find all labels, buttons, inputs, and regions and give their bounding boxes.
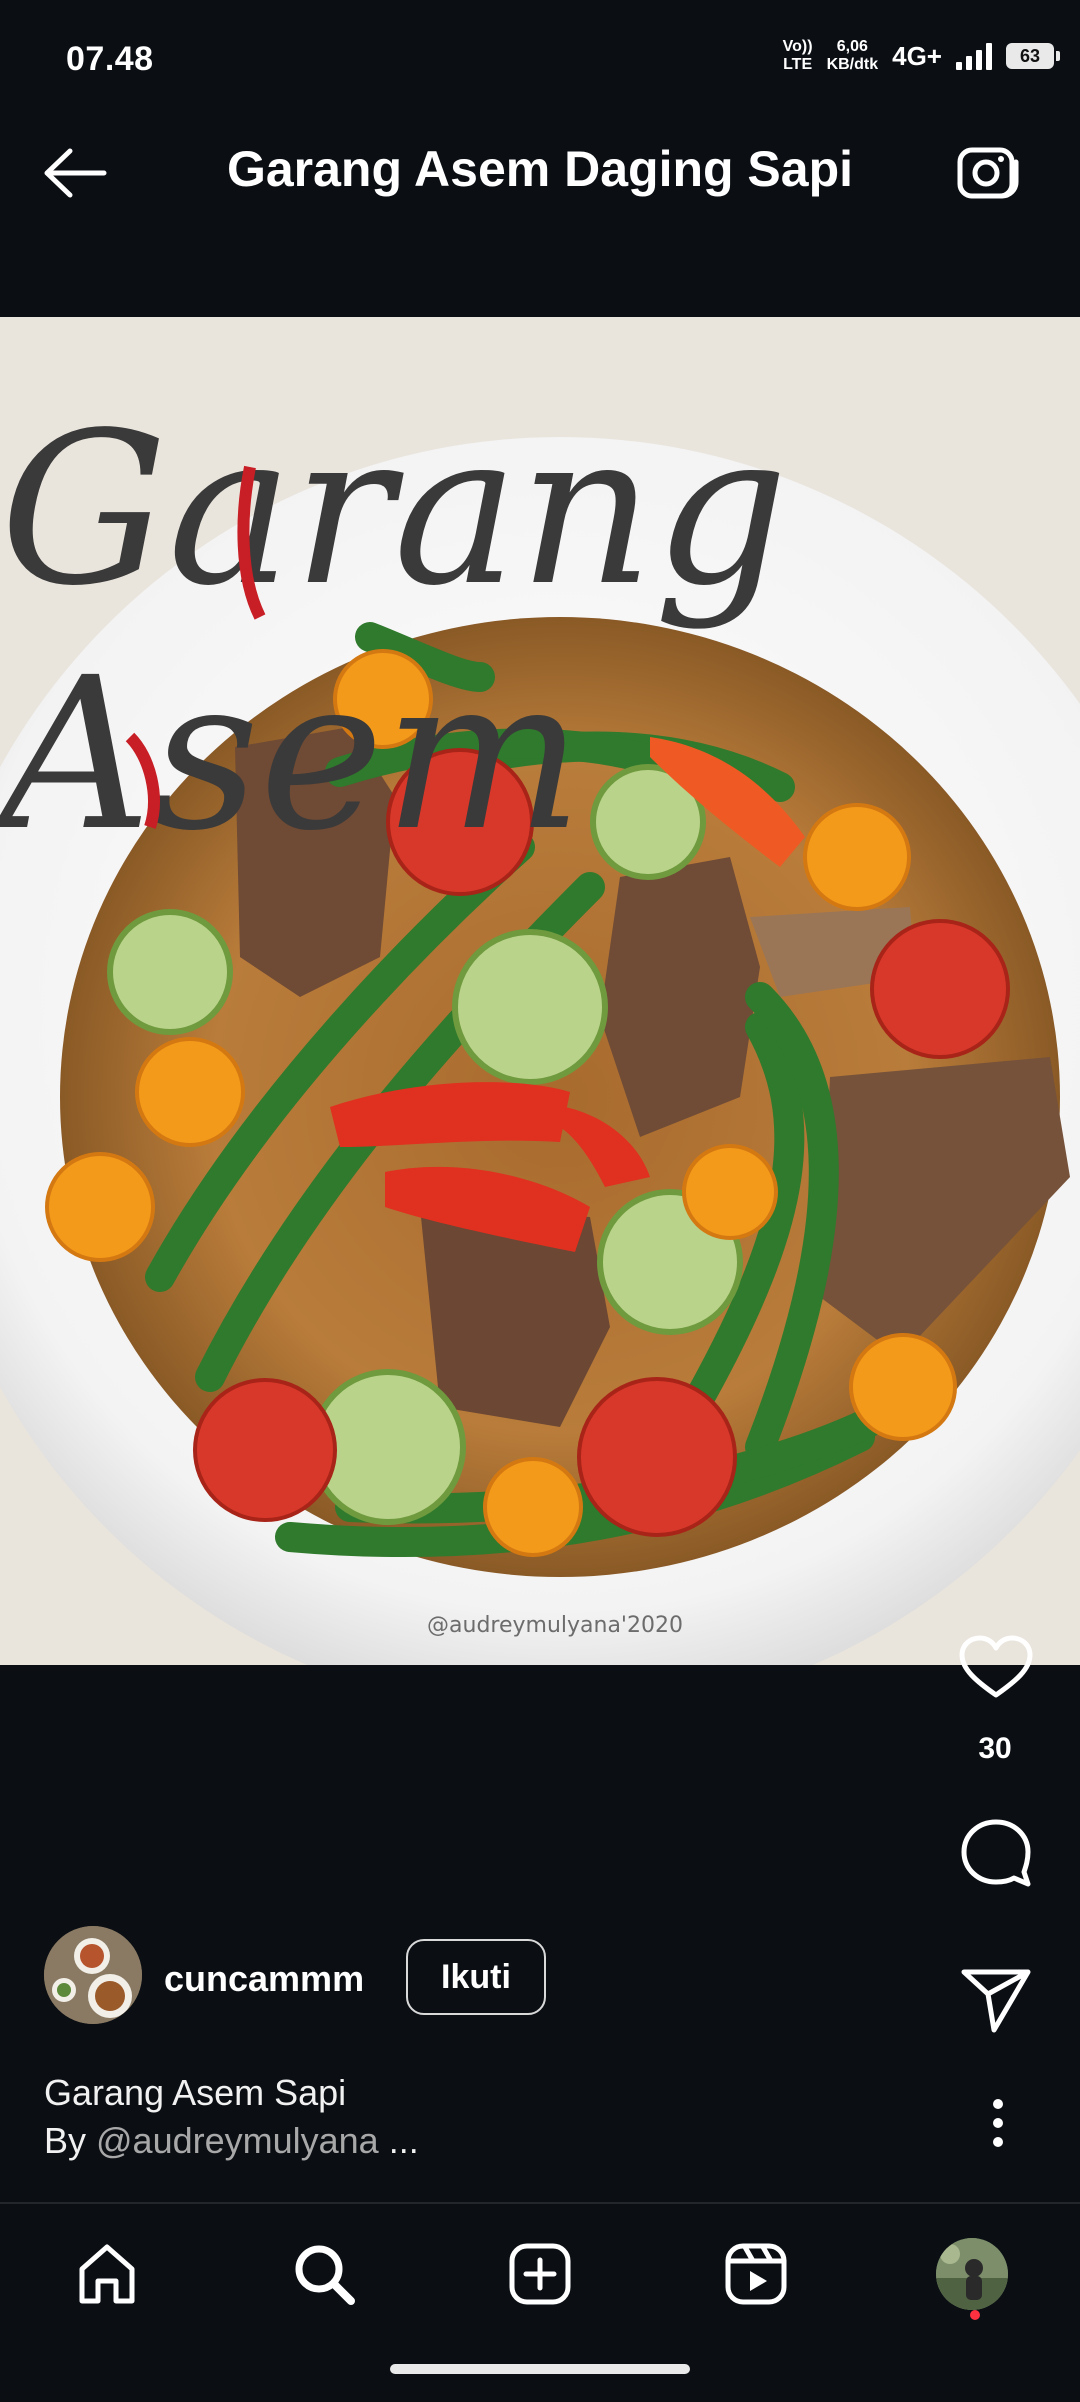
caption-byline[interactable]: By @audreymulyana ...: [44, 2120, 419, 2162]
heart-icon: [959, 1635, 1033, 1698]
signal-icon: [956, 42, 992, 70]
post-image[interactable]: Garang Asem @audreymulyana'2020: [0, 317, 1080, 1665]
caption-title: Garang Asem Sapi: [44, 2072, 347, 2113]
status-indicators: Vo)) LTE 6,06 KB/dtk 4G+ 63: [782, 36, 1060, 76]
page-title: Garang Asem Daging Sapi: [226, 141, 854, 197]
author-avatar[interactable]: [44, 1926, 142, 2024]
nav-home[interactable]: [67, 2234, 147, 2314]
nav-profile[interactable]: [932, 2234, 1012, 2314]
send-icon: [961, 1969, 1031, 2033]
camera-button[interactable]: [950, 134, 1030, 214]
status-bar: 07.48 Vo)) LTE 6,06 KB/dtk 4G+ 63: [0, 0, 1080, 92]
home-icon: [79, 2244, 135, 2304]
status-time: 07.48: [66, 40, 154, 78]
camera-icon: [957, 147, 1019, 199]
overlay-title-line2: Asem: [0, 632, 583, 877]
profile-avatar: [936, 2238, 1008, 2310]
create-icon: [509, 2243, 571, 2305]
nav-search[interactable]: [284, 2234, 364, 2314]
caption-more[interactable]: ...: [379, 2120, 419, 2161]
notification-dot: [970, 2310, 980, 2320]
food-photo: Garang Asem @audreymulyana'2020: [0, 317, 1080, 1665]
author-username[interactable]: cuncammm: [164, 1958, 364, 2000]
more-options-button[interactable]: [976, 2090, 1020, 2156]
caption-mention[interactable]: @audreymulyana: [96, 2120, 379, 2161]
comment-icon: [961, 1819, 1031, 1887]
battery-level: 63: [1019, 45, 1041, 66]
more-vertical-icon: [993, 2099, 1003, 2147]
search-icon: [295, 2245, 355, 2305]
network-speed: 6,06 KB/dtk: [826, 38, 879, 73]
battery-icon: 63: [1006, 43, 1060, 69]
home-indicator[interactable]: [390, 2364, 690, 2374]
like-count: 30: [978, 1732, 1012, 1765]
caption-by-prefix: By: [44, 2120, 97, 2161]
volte-indicator: Vo)) LTE: [782, 38, 813, 73]
nav-create[interactable]: [500, 2234, 580, 2314]
share-button[interactable]: [956, 1958, 1036, 2038]
nav-reels[interactable]: [716, 2234, 796, 2314]
image-watermark: @audreymulyana'2020: [427, 1613, 683, 1638]
like-button[interactable]: [956, 1633, 1036, 1703]
reels-icon: [725, 2243, 787, 2305]
comment-button[interactable]: [956, 1812, 1036, 1892]
follow-button[interactable]: Ikuti: [406, 1939, 546, 2015]
network-type: 4G+: [892, 40, 942, 71]
overlay-title-line1: Garang: [0, 387, 788, 632]
